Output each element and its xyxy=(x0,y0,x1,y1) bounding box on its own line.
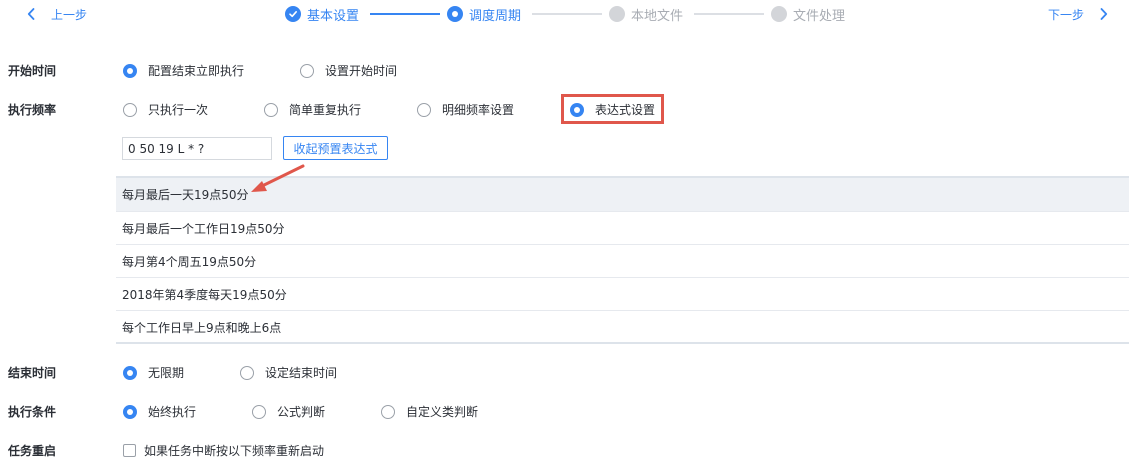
step-navigation-bar: 上一步 基本设置 调度周期 本地文件 文件处理 下一步 xyxy=(0,0,1139,28)
radio-checked-icon[interactable] xyxy=(123,365,137,380)
step-connector xyxy=(370,13,440,15)
radio-checked-icon[interactable] xyxy=(123,404,137,419)
step-label: 基本设置 xyxy=(307,8,360,24)
check-circle-icon xyxy=(285,6,301,22)
formula-condition-option[interactable]: 公式判断 xyxy=(252,403,325,420)
radio-unchecked-icon[interactable] xyxy=(417,102,431,117)
radio-unchecked-icon[interactable] xyxy=(240,365,254,380)
frequency-label: 执行频率 xyxy=(8,103,57,117)
option-label: 设定结束时间 xyxy=(265,366,338,380)
prev-step-button[interactable]: 上一步 xyxy=(27,5,87,23)
checkbox-icon[interactable] xyxy=(123,444,136,457)
option-label: 简单重复执行 xyxy=(289,103,362,117)
detailed-frequency-option[interactable]: 明细频率设置 xyxy=(417,101,514,118)
next-step-label: 下一步 xyxy=(1047,7,1084,22)
restart-checkbox-option[interactable]: 如果任务中断按以下频率重新启动 xyxy=(123,442,324,459)
preset-expression-list: 每月最后一天19点50分 每月最后一个工作日19点50分 每月第4个周五19点5… xyxy=(116,176,1129,344)
step-local-file[interactable]: 本地文件 xyxy=(609,4,683,24)
set-end-time-option[interactable]: 设定结束时间 xyxy=(240,364,337,381)
pending-step-icon xyxy=(771,6,787,22)
next-step-button[interactable]: 下一步 xyxy=(1048,5,1108,23)
run-once-option[interactable]: 只执行一次 xyxy=(123,101,208,118)
step-file-processing[interactable]: 文件处理 xyxy=(771,4,845,24)
radio-unchecked-icon[interactable] xyxy=(252,404,266,419)
option-label: 无限期 xyxy=(148,366,185,380)
collapse-presets-button[interactable]: 收起预置表达式 xyxy=(283,136,388,160)
step-connector xyxy=(532,13,602,15)
no-end-option[interactable]: 无限期 xyxy=(123,364,184,381)
preset-item[interactable]: 每月第4个周五19点50分 xyxy=(116,244,1129,277)
checkbox-label: 如果任务中断按以下频率重新启动 xyxy=(144,444,325,458)
option-label: 只执行一次 xyxy=(148,103,209,117)
step-basic-settings[interactable]: 基本设置 xyxy=(285,4,359,24)
annotation-highlight-box xyxy=(561,94,664,124)
step-label: 调度周期 xyxy=(469,8,522,24)
option-label: 始终执行 xyxy=(148,405,197,419)
preset-item[interactable]: 每月最后一个工作日19点50分 xyxy=(116,211,1129,244)
radio-unchecked-icon[interactable] xyxy=(123,102,137,117)
step-label: 文件处理 xyxy=(793,8,846,24)
option-label: 自定义类判断 xyxy=(406,405,479,419)
prev-step-label: 上一步 xyxy=(51,7,88,22)
simple-repeat-option[interactable]: 简单重复执行 xyxy=(264,101,361,118)
radio-checked-icon[interactable] xyxy=(123,63,137,78)
radio-unchecked-icon[interactable] xyxy=(381,404,395,419)
preset-item[interactable]: 每个工作日早上9点和晚上6点 xyxy=(116,310,1129,343)
option-label: 配置结束立即执行 xyxy=(148,64,245,78)
cron-expression-input[interactable] xyxy=(122,137,272,160)
set-start-time-option[interactable]: 设置开始时间 xyxy=(300,62,397,79)
preset-item[interactable]: 2018年第4季度每天19点50分 xyxy=(116,277,1129,310)
step-connector xyxy=(694,13,764,15)
custom-class-condition-option[interactable]: 自定义类判断 xyxy=(381,403,478,420)
option-label: 公式判断 xyxy=(277,405,326,419)
radio-unchecked-icon[interactable] xyxy=(264,102,278,117)
chevron-right-icon xyxy=(1100,8,1108,20)
pending-step-icon xyxy=(609,6,625,22)
start-time-label: 开始时间 xyxy=(8,64,57,78)
condition-label: 执行条件 xyxy=(8,405,57,419)
option-label: 明细频率设置 xyxy=(442,103,515,117)
chevron-left-icon xyxy=(27,8,35,20)
end-time-label: 结束时间 xyxy=(8,366,57,380)
preset-item[interactable]: 每月最后一天19点50分 xyxy=(116,178,1129,211)
active-step-icon xyxy=(447,6,463,22)
option-label: 设置开始时间 xyxy=(325,64,398,78)
step-label: 本地文件 xyxy=(631,8,684,24)
step-schedule[interactable]: 调度周期 xyxy=(447,4,521,24)
radio-unchecked-icon[interactable] xyxy=(300,63,314,78)
always-run-option[interactable]: 始终执行 xyxy=(123,403,196,420)
start-immediately-option[interactable]: 配置结束立即执行 xyxy=(123,62,244,79)
restart-label: 任务重启 xyxy=(8,444,57,458)
